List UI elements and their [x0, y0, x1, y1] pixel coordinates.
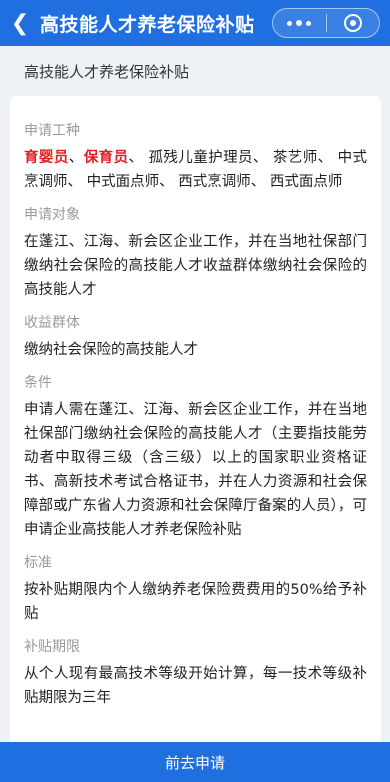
detail-card: 申请工种 育婴员、保育员、 孤残儿童护理员、 茶艺师、 中式烹调师、 中式面点师…	[10, 96, 381, 746]
page-title: 高技能人才养老保险补贴	[40, 13, 255, 36]
beneficiary-value: 缴纳社会保险的高技能人才	[24, 342, 198, 358]
beneficiary-label: 收益群体	[24, 315, 80, 331]
chevron-left-icon[interactable]: ❮	[0, 0, 40, 46]
mini-program-capsule	[272, 8, 380, 38]
standard-label: 标准	[24, 555, 52, 571]
conditions-value: 申请人需在蓬江、江海、新会区企业工作，并在当地社保部门缴纳社会保险的高技能人才（…	[24, 402, 367, 538]
highlight-childcare: 保育员	[83, 150, 129, 166]
conditions-label: 条件	[24, 375, 52, 391]
work-type-section: 申请工种 育婴员、保育员、 孤残儿童护理员、 茶艺师、 中式烹调师、 中式面点师…	[24, 120, 367, 194]
beneficiary-section: 收益群体 缴纳社会保险的高技能人才	[24, 312, 367, 362]
section-header: 高技能人才养老保险补贴	[24, 62, 190, 81]
applicant-value: 在蓬江、江海、新会区企业工作，并在当地社保部门缴纳社会保险的高技能人才收益群体缴…	[24, 234, 367, 298]
applicant-section: 申请对象 在蓬江、江海、新会区企业工作，并在当地社保部门缴纳社会保险的高技能人才…	[24, 204, 367, 302]
standard-section: 标准 按补贴期限内个人缴纳养老保险费费用的50%给予补贴	[24, 552, 367, 626]
period-value: 从个人现有最高技术等级开始计算，每一技术等级补贴期限为三年	[24, 666, 367, 706]
apply-button[interactable]: 前去申请	[0, 742, 390, 782]
conditions-section: 条件 申请人需在蓬江、江海、新会区企业工作，并在当地社保部门缴纳社会保险的高技能…	[24, 372, 367, 542]
work-type-value: 育婴员、保育员、 孤残儿童护理员、 茶艺师、 中式烹调师、 中式面点师、 西式烹…	[24, 146, 367, 194]
more-dots-icon	[287, 20, 312, 26]
applicant-label: 申请对象	[24, 207, 80, 223]
highlight-babycare: 育婴员	[24, 150, 69, 166]
more-button[interactable]	[273, 9, 326, 37]
top-nav-bar: ❮ 高技能人才养老保险补贴	[0, 0, 390, 46]
standard-value: 按补贴期限内个人缴纳养老保险费费用的50%给予补贴	[24, 582, 367, 622]
target-circle-icon	[343, 14, 362, 32]
separator: 、	[68, 150, 84, 166]
work-type-label: 申请工种	[24, 123, 80, 139]
period-section: 补贴期限 从个人现有最高技术等级开始计算，每一技术等级补贴期限为三年	[24, 636, 367, 710]
period-label: 补贴期限	[24, 639, 80, 655]
close-button[interactable]	[327, 9, 380, 37]
